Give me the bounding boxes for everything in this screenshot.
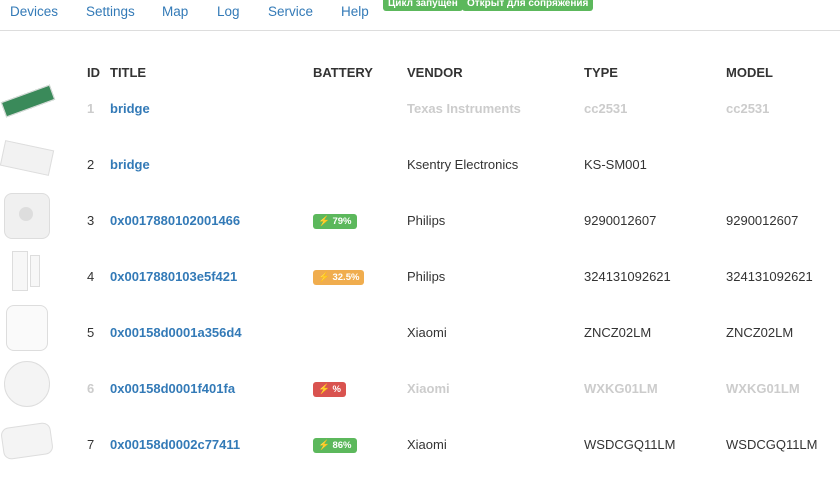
header-title: TITLE (110, 65, 147, 80)
status-badge-pairing: Открыт для сопряжения (462, 0, 594, 11)
device-type: WSDCGQ11LM (584, 437, 676, 452)
battery-value: 79% (332, 216, 352, 227)
nav-map[interactable]: Map (162, 4, 188, 19)
nav-service[interactable]: Service (268, 4, 313, 19)
device-type: 9290012607 (584, 213, 657, 228)
table-row: 5 0x00158d0001a356d4 Xiaomi ZNCZ02LM ZNCZ02L… (0, 305, 840, 381)
battery-value: 86% (332, 440, 352, 451)
device-model: 9290012607 (726, 213, 799, 228)
bolt-icon: ⚡ (318, 216, 330, 227)
battery-value: % (332, 384, 341, 395)
device-model: cc2531 (726, 101, 770, 116)
device-type: KS-SM001 (584, 157, 647, 172)
device-vendor: Xiaomi (407, 437, 447, 452)
table-row: 3 0x0017880102001466 ⚡ 79% Philips 929001260… (0, 193, 840, 269)
device-image-relay (0, 135, 55, 183)
nav-help[interactable]: Help (341, 4, 369, 19)
table-row: 4 0x0017880103e5f421 ⚡ 32.5% Philips 3241310… (0, 251, 840, 325)
device-vendor: Xiaomi (407, 325, 447, 340)
table-row: 1 bridge Texas Instruments cc2531 cc2531 (0, 84, 840, 157)
device-image-usb-stick (0, 79, 56, 127)
nav-devices[interactable]: Devices (10, 4, 58, 19)
device-model: WXKG01LM (726, 381, 800, 396)
device-title-link[interactable]: 0x00158d0002c77411 (110, 437, 240, 452)
battery-badge: ⚡ 86% (313, 438, 357, 453)
header-id: ID (87, 65, 100, 80)
device-type: 324131092621 (584, 269, 671, 284)
device-vendor: Texas Instruments (407, 101, 521, 116)
device-title-link[interactable]: 0x00158d0001f401fa (110, 381, 235, 396)
device-model: 324131092621 (726, 269, 813, 284)
device-vendor: Philips (407, 269, 446, 284)
header-type: TYPE (584, 65, 618, 80)
battery-value: 32.5% (332, 272, 360, 283)
device-title-link[interactable]: 0x0017880103e5f421 (110, 269, 237, 284)
table-row: 7 0x00158d0002c77411 ⚡ 86% Xiaomi WSDCGQ11LM… (0, 421, 840, 493)
device-image-temp-sensor (0, 415, 55, 463)
device-id: 6 (87, 381, 95, 396)
battery-badge: ⚡ % (313, 382, 346, 397)
device-image-round-button (0, 359, 55, 407)
table-row: 6 0x00158d0001f401fa ⚡ % Xiaomi WXKG01LM WXKG… (0, 361, 840, 437)
battery-badge: ⚡ 79% (313, 214, 357, 229)
device-id: 4 (87, 269, 95, 284)
header-vendor: VENDOR (407, 65, 463, 80)
device-image-motion-sensor (0, 191, 55, 239)
device-id: 2 (87, 157, 95, 172)
device-model: ZNCZ02LM (726, 325, 794, 340)
device-title-link[interactable]: bridge (110, 157, 150, 172)
device-type: ZNCZ02LM (584, 325, 652, 340)
device-image-dimmer-switch (0, 247, 55, 295)
battery-badge: ⚡ 32.5% (313, 270, 365, 285)
device-id: 3 (87, 213, 95, 228)
device-vendor: Xiaomi (407, 381, 450, 396)
bolt-icon: ⚡ (318, 272, 330, 283)
device-model: WSDCGQ11LM (726, 437, 818, 452)
nav-log[interactable]: Log (217, 4, 240, 19)
device-vendor: Ksentry Electronics (407, 157, 519, 172)
header-battery: BATTERY (313, 65, 373, 80)
device-type: WXKG01LM (584, 381, 658, 396)
nav-settings[interactable]: Settings (86, 4, 135, 19)
device-id: 5 (87, 325, 95, 340)
device-vendor: Philips (407, 213, 446, 228)
top-nav: Devices Settings Map Log Service Help Ци… (0, 0, 840, 31)
device-type: cc2531 (584, 101, 628, 116)
table-row: 2 bridge Ksentry Electronics KS-SM001 (0, 140, 840, 213)
bolt-icon: ⚡ (318, 384, 330, 395)
status-badge-running: Цикл запущен (383, 0, 463, 11)
bolt-icon: ⚡ (318, 440, 330, 451)
header-model: MODEL (726, 65, 773, 80)
device-id: 7 (87, 437, 95, 452)
device-title-link[interactable]: 0x0017880102001466 (110, 213, 240, 228)
device-title-link[interactable]: 0x00158d0001a356d4 (110, 325, 242, 340)
device-image-smart-plug (0, 303, 55, 351)
device-id: 1 (87, 101, 95, 116)
device-title-link[interactable]: bridge (110, 101, 150, 116)
